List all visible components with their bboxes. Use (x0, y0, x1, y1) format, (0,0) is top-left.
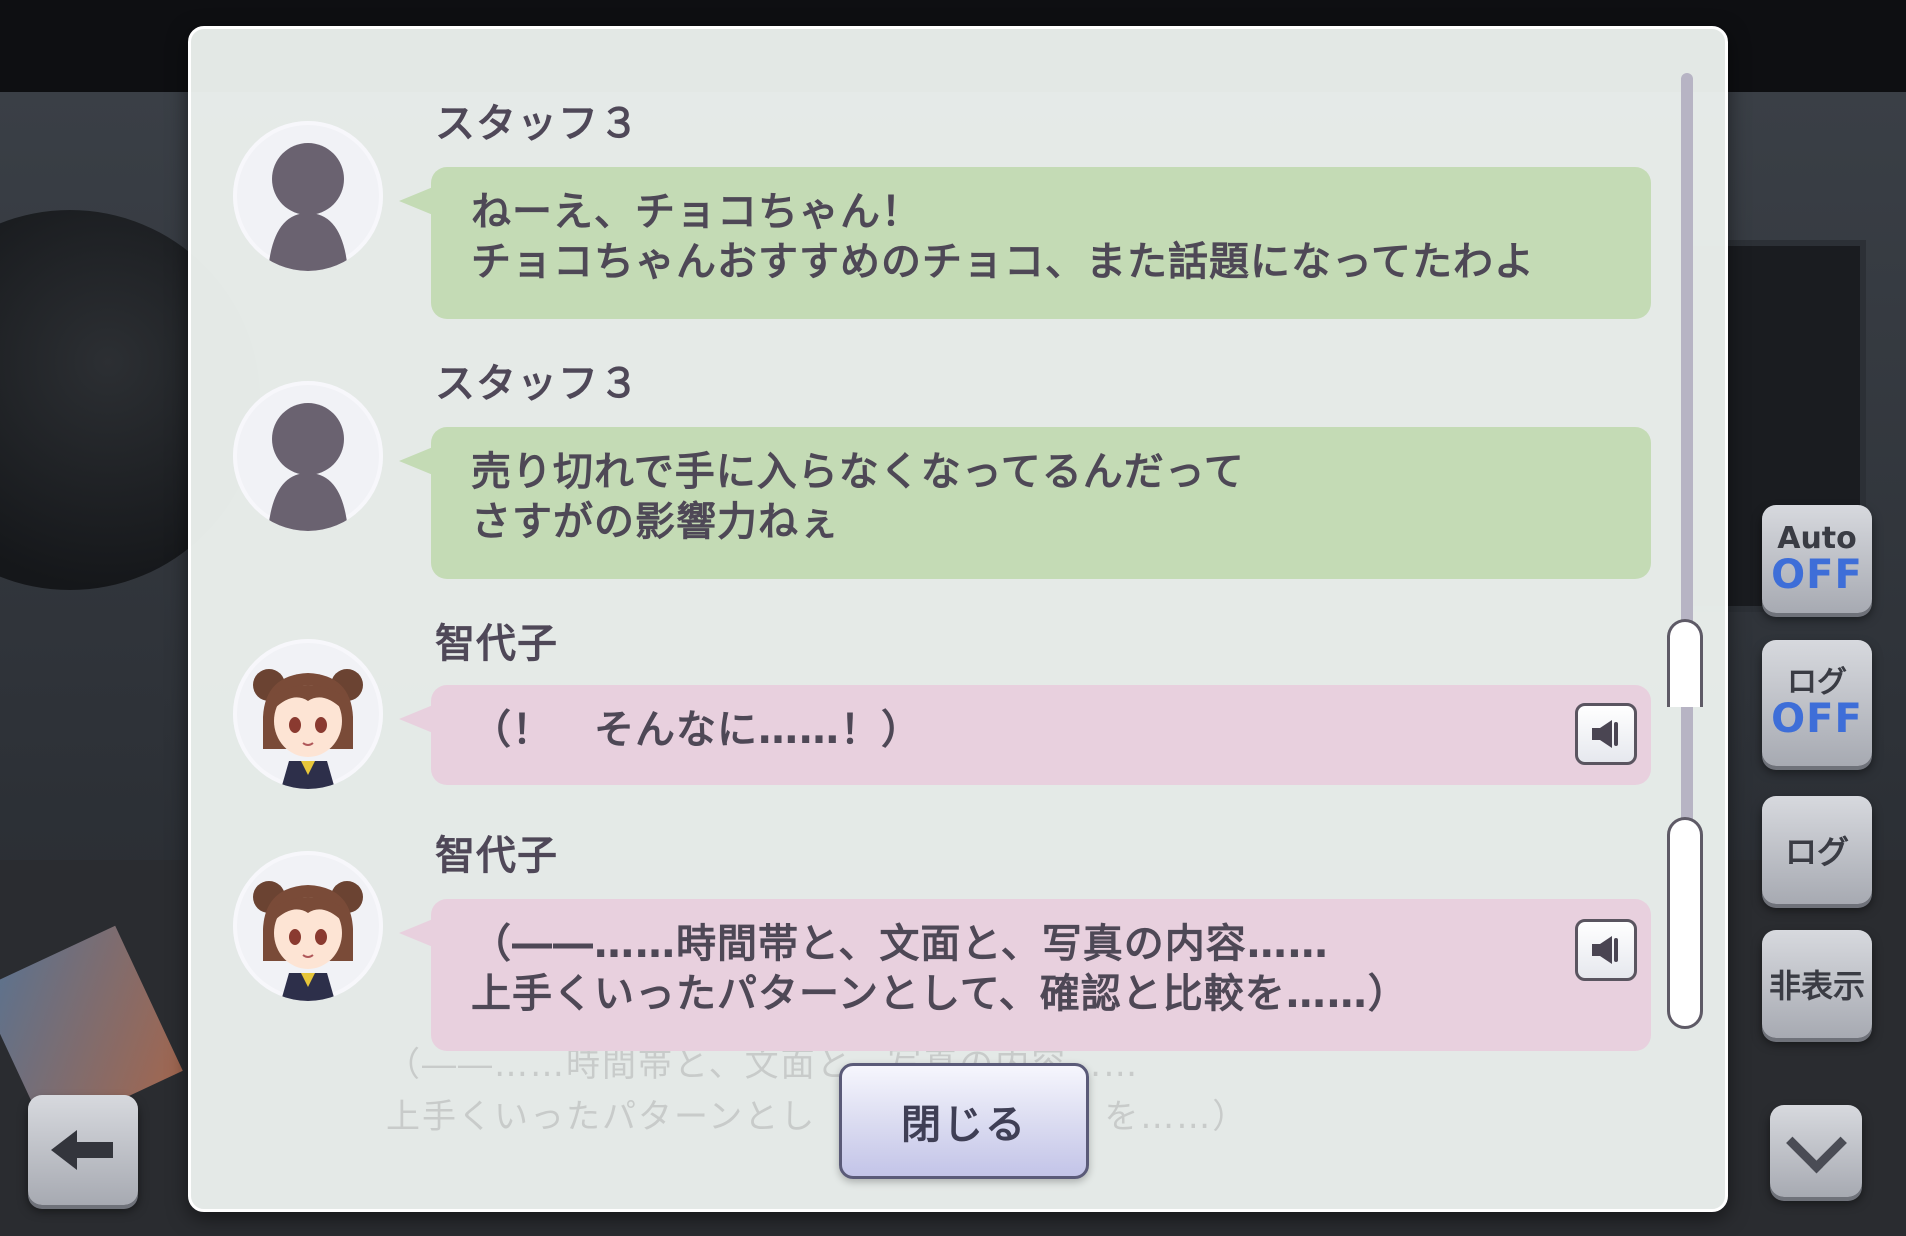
dialogue-line: チョコちゃんおすすめのチョコ、また話題になってたわよ (471, 239, 1535, 285)
speaker-icon (1592, 936, 1618, 964)
log-toggle-state: OFF (1771, 696, 1863, 742)
speaker-name: 智代子 (435, 621, 558, 667)
speaker-icon (1592, 720, 1618, 748)
auto-label: Auto (1777, 521, 1857, 556)
voice-replay-button[interactable] (1575, 703, 1637, 765)
log-entry: スタッフ３ 売り切れで手に入らなくなってるんだって さすがの影響力ねぇ (191, 351, 1671, 591)
voice-replay-button[interactable] (1575, 919, 1637, 981)
scrollbar-thumb[interactable] (1667, 817, 1703, 1029)
avatar-silhouette (233, 381, 383, 531)
speaker-name: 智代子 (435, 833, 558, 879)
hide-ui-button[interactable]: 非表示 (1762, 930, 1872, 1038)
log-toggle-label: ログ (1787, 665, 1847, 700)
dialogue-bubble: ねーえ、チョコちゃん！ チョコちゃんおすすめのチョコ、また話題になってたわよ (399, 167, 1651, 319)
auto-state: OFF (1771, 552, 1863, 598)
hide-ui-label: 非表示 (1768, 967, 1865, 1005)
dialogue-bubble: （――……時間帯と、文面と、写真の内容…… 上手くいったパターンとして、確認と比… (399, 899, 1651, 1051)
speaker-name: スタッフ３ (435, 361, 640, 407)
scrollbar-upper-handle[interactable] (1667, 619, 1703, 707)
skip-down-button[interactable] (1770, 1105, 1862, 1197)
auto-toggle-button[interactable]: Auto OFF (1762, 505, 1872, 613)
avatar-chiyoko (233, 851, 383, 1001)
chevron-down-icon (1785, 1112, 1847, 1173)
dialogue-line: さすがの影響力ねぇ (471, 499, 840, 545)
character-portrait-icon (253, 669, 363, 789)
dialogue-log-panel: （――……時間帯と、文面と、写真の内容…… 上手くいったパターンとし を……） … (188, 26, 1728, 1212)
dialogue-line: 売り切れで手に入らなくなってるんだって (471, 449, 1245, 495)
log-button[interactable]: ログ (1762, 796, 1872, 904)
close-button[interactable]: 閉じる (839, 1063, 1089, 1179)
dialogue-line: 上手くいったパターンとして、確認と比較を……） (471, 971, 1409, 1017)
person-silhouette-icon (268, 143, 348, 271)
log-entry: 智代子 （！ そんなに……！） (191, 611, 1671, 791)
log-button-label: ログ (1784, 833, 1849, 871)
dialogue-line: ねーえ、チョコちゃん！ (471, 189, 922, 235)
dialogue-line: （！ そんなに……！） (471, 707, 922, 753)
log-toggle-button[interactable]: ログ OFF (1762, 640, 1872, 766)
character-portrait-icon (253, 881, 363, 1001)
log-entry: スタッフ３ ねーえ、チョコちゃん！ チョコちゃんおすすめのチョコ、また話題になっ… (191, 91, 1671, 331)
dialogue-line: （――……時間帯と、文面と、写真の内容…… (471, 921, 1329, 967)
back-button[interactable] (28, 1095, 138, 1205)
dialogue-bubble: （！ そんなに……！） (399, 685, 1651, 785)
arrow-left-icon (51, 1130, 115, 1170)
log-entry: 智代子 （――……時間帯と、文面と、写真の内容…… 上手くいったパターンとして、… (191, 823, 1671, 1063)
background-line-2: 上手くいったパターンとし を……） (386, 1097, 1249, 1137)
person-silhouette-icon (268, 403, 348, 531)
avatar-chiyoko (233, 639, 383, 789)
speaker-name: スタッフ３ (435, 101, 640, 147)
avatar-silhouette (233, 121, 383, 271)
dialogue-bubble: 売り切れで手に入らなくなってるんだって さすがの影響力ねぇ (399, 427, 1651, 579)
